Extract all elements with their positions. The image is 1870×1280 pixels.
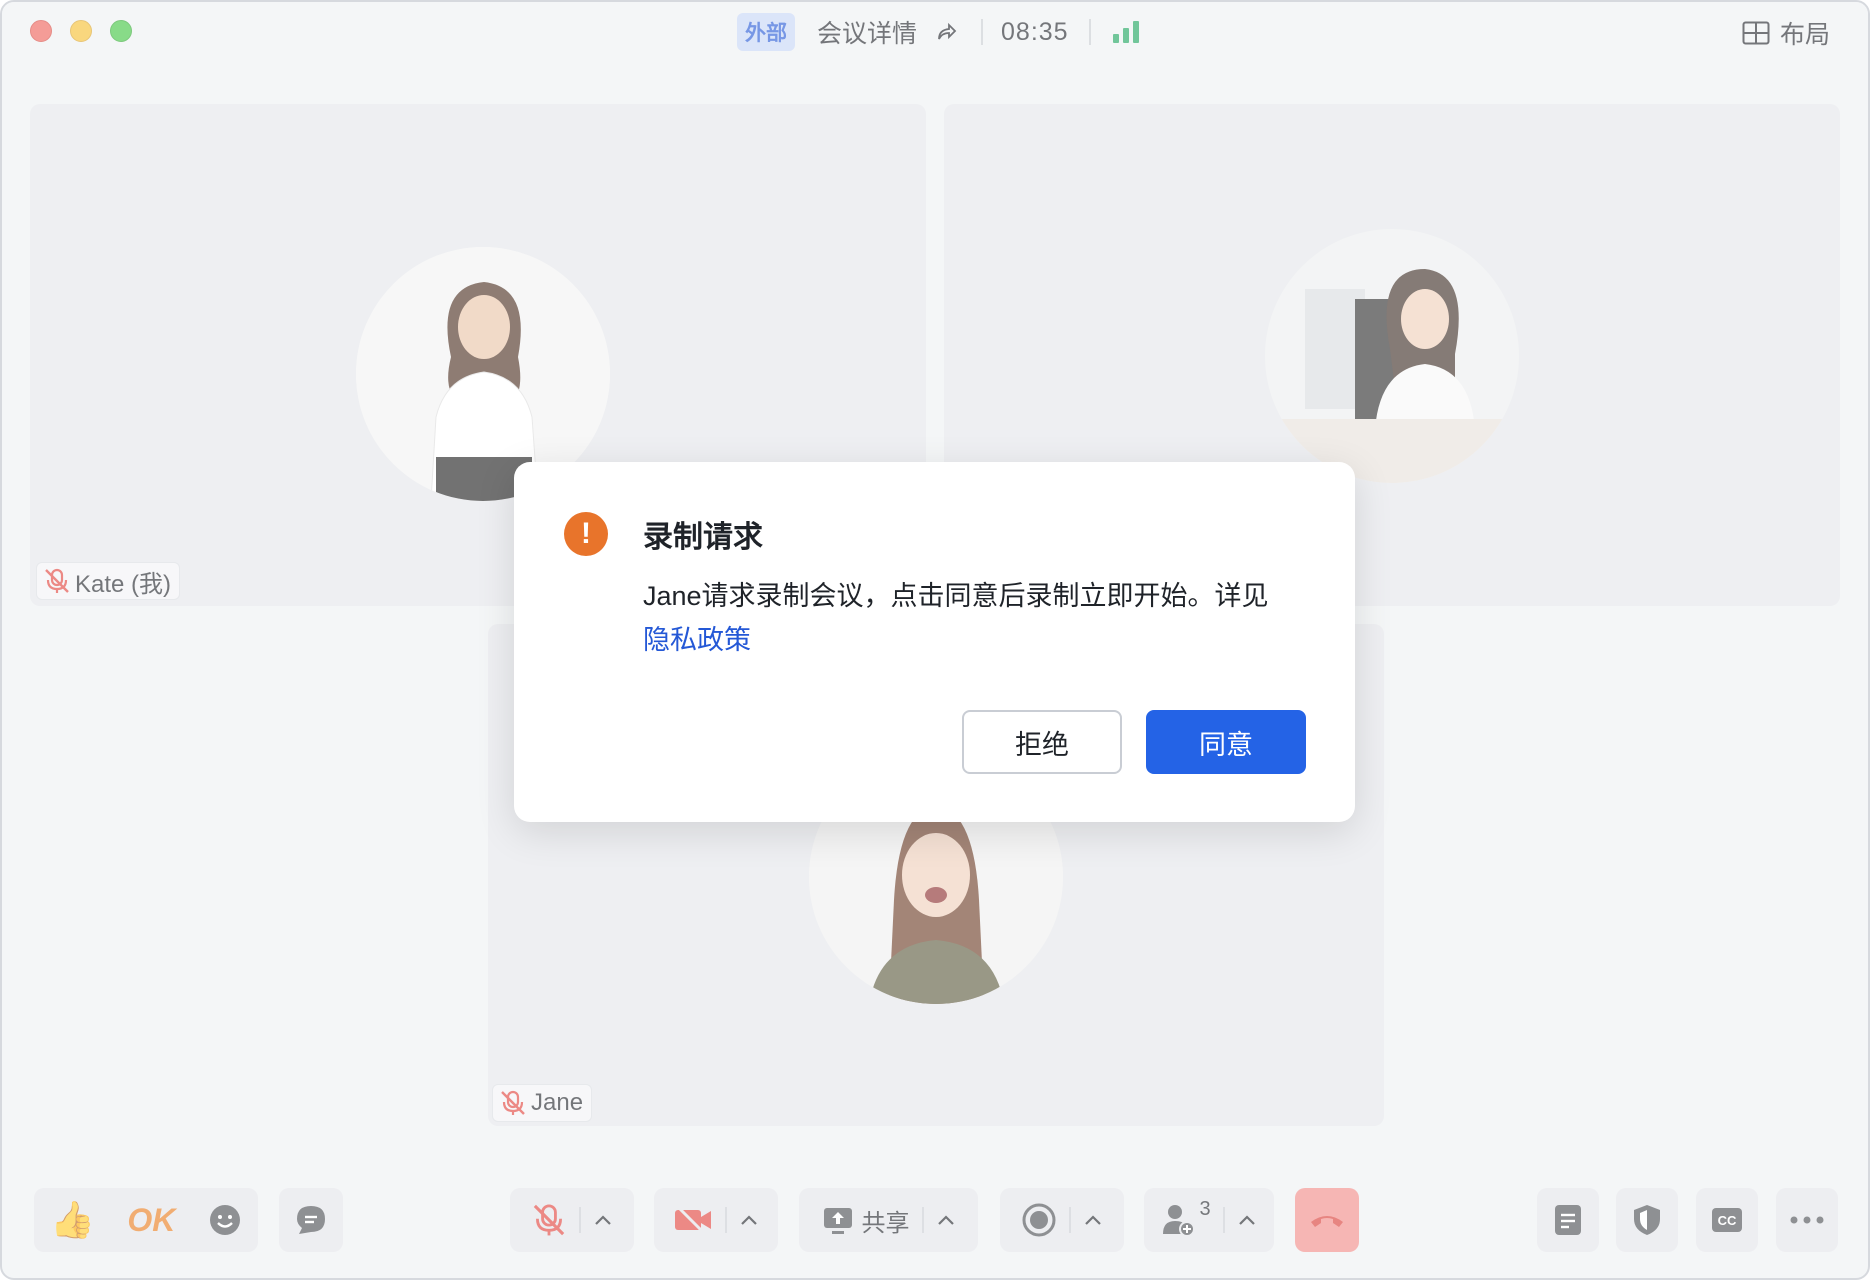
decline-button[interactable]: 拒绝 — [962, 710, 1122, 774]
recording-request-dialog: ! 录制请求 Jane请求录制会议，点击同意后录制立即开始。详见 隐私政策 拒绝… — [514, 462, 1355, 822]
meeting-window: 外部 会议详情 08:35 布局 Kate (我) Jane 👍 OK 共享 3… — [0, 0, 1870, 1280]
warning-icon: ! — [564, 512, 608, 556]
privacy-policy-link[interactable]: 隐私政策 — [643, 625, 751, 655]
dialog-message-text: Jane请求录制会议，点击同意后录制立即开始。详见 — [643, 581, 1269, 611]
dialog-message: Jane请求录制会议，点击同意后录制立即开始。详见 隐私政策 — [643, 574, 1323, 662]
agree-button[interactable]: 同意 — [1146, 710, 1306, 774]
dialog-title: 录制请求 — [643, 521, 763, 554]
